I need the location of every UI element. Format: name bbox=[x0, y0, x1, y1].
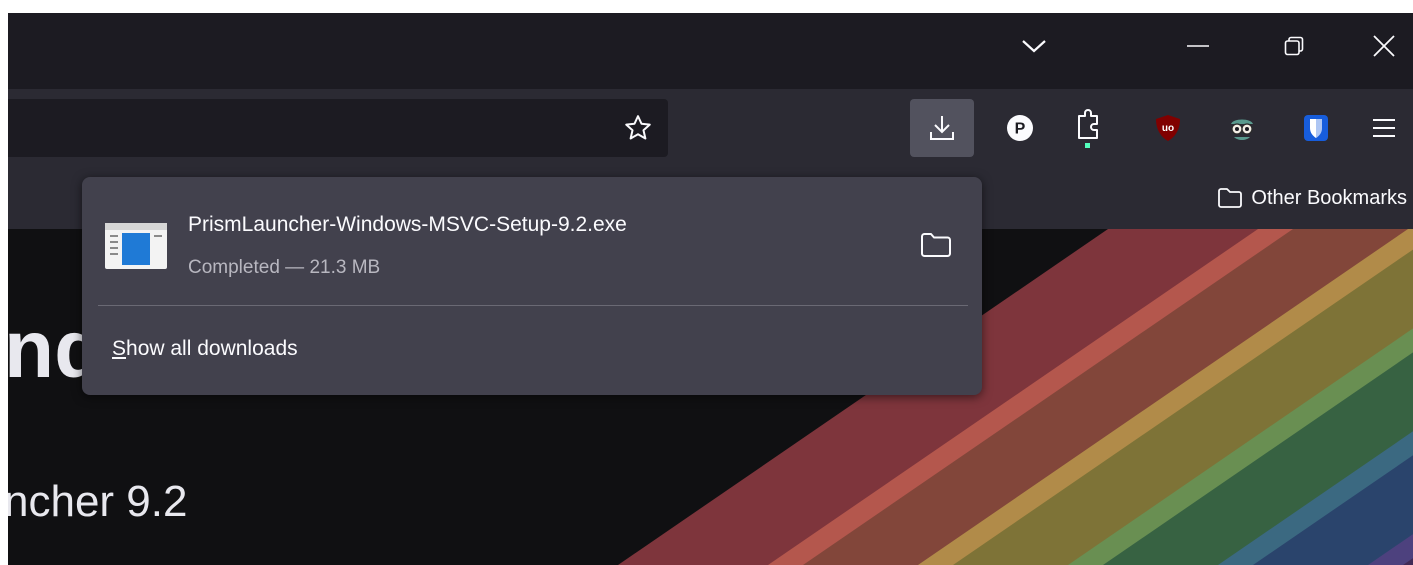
panel-separator bbox=[98, 305, 968, 306]
other-bookmarks-button[interactable]: Other Bookmarks bbox=[1217, 167, 1407, 229]
download-item[interactable]: PrismLauncher-Windows-MSVC-Setup-9.2.exe… bbox=[82, 177, 982, 305]
download-arrow-icon bbox=[930, 116, 954, 140]
spy-face-icon bbox=[1231, 119, 1253, 140]
url-bar[interactable] bbox=[8, 99, 668, 157]
ublock-origin-button[interactable]: uo bbox=[1138, 99, 1198, 157]
minimize-button[interactable] bbox=[1168, 13, 1228, 79]
windows-installer-icon bbox=[104, 221, 168, 271]
title-bar bbox=[8, 13, 1413, 89]
minimize-icon bbox=[1187, 45, 1209, 47]
restore-button[interactable] bbox=[1264, 13, 1324, 79]
show-in-folder-button[interactable] bbox=[910, 221, 962, 269]
extensions-button[interactable] bbox=[1058, 99, 1118, 157]
show-all-downloads-button[interactable]: Show all downloads bbox=[112, 337, 298, 361]
app-menu-button[interactable] bbox=[1354, 99, 1413, 157]
restore-icon bbox=[1284, 36, 1304, 56]
close-icon bbox=[1373, 35, 1395, 57]
downloads-panel: PrismLauncher-Windows-MSVC-Setup-9.2.exe… bbox=[82, 177, 982, 395]
close-button[interactable] bbox=[1354, 13, 1413, 79]
svg-text:uo: uo bbox=[1162, 123, 1174, 134]
other-bookmarks-label: Other Bookmarks bbox=[1251, 186, 1407, 209]
puzzle-piece-icon bbox=[1078, 109, 1098, 148]
bitwarden-button[interactable] bbox=[1286, 99, 1346, 157]
folder-icon bbox=[1218, 188, 1243, 208]
page-subheading: ncher 9.2 bbox=[8, 477, 188, 526]
star-outline-icon bbox=[625, 115, 651, 140]
folder-icon bbox=[921, 233, 951, 257]
list-all-tabs-button[interactable] bbox=[1004, 13, 1064, 79]
show-all-label: how all downloads bbox=[126, 337, 298, 360]
download-status: Completed — 21.3 MB bbox=[188, 257, 381, 278]
browser-window: P uo Other Bookmarks nd ncher 9.2 PrismL… bbox=[8, 13, 1413, 565]
circle-p-icon: P bbox=[1007, 115, 1033, 141]
download-filename: PrismLauncher-Windows-MSVC-Setup-9.2.exe bbox=[188, 213, 627, 236]
p-extension-button[interactable]: P bbox=[990, 99, 1050, 157]
hamburger-menu-icon bbox=[1373, 119, 1395, 137]
bitwarden-shield-icon bbox=[1304, 115, 1328, 141]
downloads-button[interactable] bbox=[910, 99, 974, 157]
nav-toolbar: P uo bbox=[8, 89, 1413, 167]
chevron-down-icon bbox=[1022, 40, 1046, 53]
svg-text:P: P bbox=[1015, 121, 1026, 138]
spy-extension-button[interactable] bbox=[1212, 99, 1272, 157]
ublock-shield-icon: uo bbox=[1156, 115, 1180, 141]
bookmark-page-button[interactable] bbox=[620, 110, 656, 146]
show-all-mnemonic: S bbox=[112, 337, 127, 360]
